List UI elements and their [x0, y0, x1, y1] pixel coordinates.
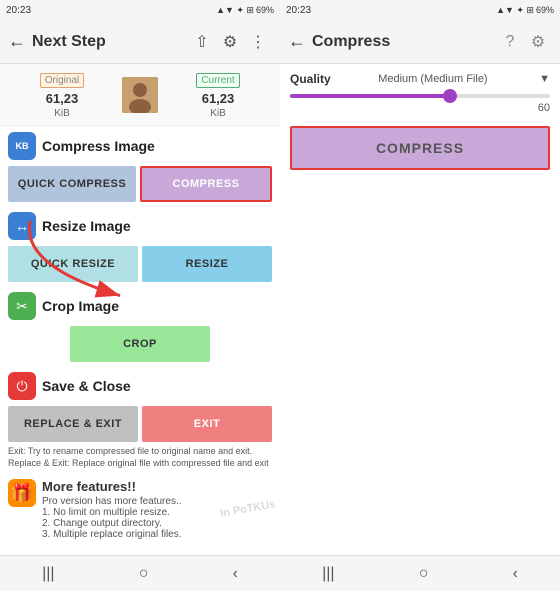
quick-compress-button[interactable]: QUICK COMPRESS: [8, 166, 136, 202]
exit-button[interactable]: EXIT: [142, 406, 272, 442]
page-title-right: Compress: [312, 33, 496, 51]
resize-header: ↔ Resize Image: [8, 212, 272, 240]
slider-value: 60: [290, 102, 550, 114]
nav-back-icon-left[interactable]: ‹: [233, 565, 238, 583]
right-main-content: Quality Medium (Medium File) ▼ 60 COMPRE…: [280, 64, 560, 555]
time-right: 20:23: [286, 5, 311, 16]
crop-button[interactable]: CROP: [70, 326, 210, 362]
original-label: Original: [40, 73, 84, 88]
exit-note: Exit: Try to rename compressed file to o…: [8, 446, 272, 469]
nav-menu-icon-left[interactable]: |||: [42, 565, 54, 583]
more-features-icon: 🎁: [8, 479, 36, 507]
top-bar-left: ← Next Step ⇧ ⚙ ⋮: [0, 20, 280, 64]
resize-icon: ↔: [8, 212, 36, 240]
quality-label: Quality: [290, 72, 331, 86]
time-left: 20:23: [6, 5, 31, 16]
crop-btn-row: CROP: [8, 326, 272, 362]
compress-title: Compress Image: [42, 138, 155, 154]
compress-button-left[interactable]: COMPRESS: [140, 166, 272, 202]
compress-icon: KB: [8, 132, 36, 160]
resize-button[interactable]: RESIZE: [142, 246, 272, 282]
crop-header: ✂ Crop Image: [8, 292, 272, 320]
resize-section: ↔ Resize Image QUICK RESIZE RESIZE: [8, 212, 272, 282]
battery-right: 69%: [536, 5, 554, 15]
save-section: ⏻ Save & Close REPLACE & EXIT EXIT Exit:…: [8, 372, 272, 469]
slider-container[interactable]: 60: [280, 90, 560, 122]
compress-button-right[interactable]: COMPRESS: [290, 126, 550, 170]
more-icon[interactable]: ⋮: [244, 28, 272, 56]
original-info: Original 61,23 KiB: [8, 70, 116, 119]
main-content-left: KB Compress Image QUICK COMPRESS COMPRES…: [0, 126, 280, 555]
current-label: Current: [196, 73, 239, 88]
nav-home-icon-right[interactable]: ○: [419, 565, 429, 583]
replace-exit-button[interactable]: REPLACE & EXIT: [8, 406, 138, 442]
more-features-item-0: Pro version has more features..: [42, 496, 182, 507]
crop-icon: ✂: [8, 292, 36, 320]
slider-fill: [290, 94, 446, 98]
save-title: Save & Close: [42, 378, 131, 394]
quick-resize-button[interactable]: QUICK RESIZE: [8, 246, 138, 282]
quality-row: Quality Medium (Medium File) ▼: [280, 64, 560, 90]
crop-section: ✂ Crop Image CROP: [8, 292, 272, 362]
quality-dropdown-icon[interactable]: ▼: [539, 73, 550, 85]
more-features-item-3: 3. Multiple replace original files.: [42, 529, 182, 540]
page-title-left: Next Step: [32, 33, 188, 51]
avatar: [122, 77, 158, 113]
nav-back-icon-right[interactable]: ‹: [513, 565, 518, 583]
status-bar-left: 20:23 ▲▼ ✦ ⊞ 69%: [0, 0, 280, 20]
slider-track[interactable]: [290, 94, 550, 98]
resize-btn-row: QUICK RESIZE RESIZE: [8, 246, 272, 282]
save-icon: ⏻: [8, 372, 36, 400]
more-features-item-1: 1. No limit on multiple resize.: [42, 507, 182, 518]
crop-title: Crop Image: [42, 298, 119, 314]
more-features-title: More features!!: [42, 479, 182, 494]
top-bar-right: ← Compress ? ⚙: [280, 20, 560, 64]
back-button-left[interactable]: ←: [8, 31, 26, 52]
left-panel: 20:23 ▲▼ ✦ ⊞ 69% ← Next Step ⇧ ⚙ ⋮ Origi…: [0, 0, 280, 591]
nav-bar-right: ||| ○ ‹: [280, 555, 560, 591]
nav-menu-icon-right[interactable]: |||: [322, 565, 334, 583]
file-info-row: Original 61,23 KiB Current 61,23 KiB: [0, 64, 280, 126]
status-bar-right: 20:23 ▲▼ ✦ ⊞ 69%: [280, 0, 560, 20]
nav-home-icon-left[interactable]: ○: [139, 565, 149, 583]
save-btn-row: REPLACE & EXIT EXIT: [8, 406, 272, 442]
settings-icon-left[interactable]: ⚙: [216, 28, 244, 56]
signal-icon-right: ▲▼ ✦ ⊞: [496, 5, 534, 16]
compress-header: KB Compress Image: [8, 132, 272, 160]
slider-thumb[interactable]: [443, 89, 457, 103]
original-size: 61,23: [46, 91, 79, 106]
signal-icon: ▲▼ ✦ ⊞: [216, 5, 254, 16]
current-unit: KiB: [164, 108, 272, 119]
compress-btn-row: QUICK COMPRESS COMPRESS: [8, 166, 272, 202]
right-panel: 20:23 ▲▼ ✦ ⊞ 69% ← Compress ? ⚙ Quality …: [280, 0, 560, 591]
current-size: 61,23: [202, 91, 235, 106]
resize-title: Resize Image: [42, 218, 131, 234]
battery-left: 69%: [256, 5, 274, 15]
more-features-text: More features!! Pro version has more fea…: [42, 479, 182, 540]
save-header: ⏻ Save & Close: [8, 372, 272, 400]
question-icon[interactable]: ?: [496, 28, 524, 56]
more-features-item-2: 2. Change output directory.: [42, 518, 182, 529]
nav-bar-left: ||| ○ ‹: [0, 555, 280, 591]
quality-value: Medium (Medium File): [378, 73, 487, 85]
original-unit: KiB: [8, 108, 116, 119]
settings-icon-right[interactable]: ⚙: [524, 28, 552, 56]
current-info: Current 61,23 KiB: [164, 70, 272, 119]
back-button-right[interactable]: ←: [288, 31, 306, 52]
share-icon[interactable]: ⇧: [188, 28, 216, 56]
compress-section: KB Compress Image QUICK COMPRESS COMPRES…: [8, 132, 272, 202]
